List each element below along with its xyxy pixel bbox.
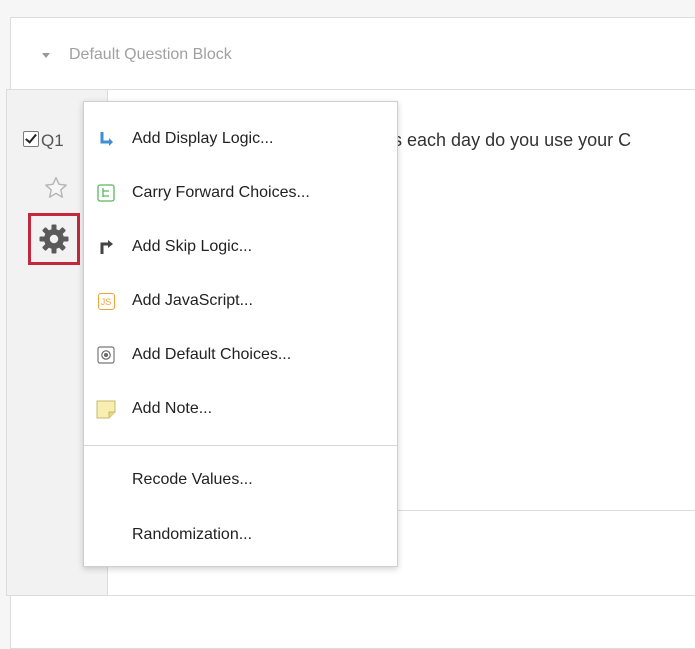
menu-item-add-display-logic[interactable]: Add Display Logic... xyxy=(84,119,397,159)
question-number: Q1 xyxy=(41,131,64,150)
menu-item-randomization[interactable]: Randomization... xyxy=(84,515,397,555)
menu-separator xyxy=(84,445,397,446)
menu-item-add-note[interactable]: Add Note... xyxy=(84,389,397,429)
divider xyxy=(397,510,695,511)
javascript-icon: JS xyxy=(96,291,116,311)
skip-logic-icon xyxy=(96,237,116,257)
collapse-caret-icon[interactable] xyxy=(42,53,50,58)
star-icon[interactable] xyxy=(43,175,69,201)
block-header[interactable]: Default Question Block xyxy=(11,18,695,91)
block-title[interactable]: Default Question Block xyxy=(69,46,232,64)
question-options-menu: Add Display Logic... Carry Forward Choic… xyxy=(83,101,398,567)
menu-item-add-default-choices[interactable]: Add Default Choices... xyxy=(84,335,397,375)
default-choices-icon xyxy=(96,345,116,365)
menu-item-recode-values[interactable]: Recode Values... xyxy=(84,460,397,500)
display-logic-icon xyxy=(96,129,116,149)
question-select-checkbox[interactable] xyxy=(23,131,39,147)
carry-forward-icon xyxy=(96,183,116,203)
menu-item-carry-forward-choices[interactable]: Carry Forward Choices... xyxy=(84,173,397,213)
menu-item-add-skip-logic[interactable]: Add Skip Logic... xyxy=(84,227,397,267)
menu-item-add-javascript[interactable]: JS Add JavaScript... xyxy=(84,281,397,321)
note-icon xyxy=(96,399,116,419)
question-settings-button[interactable] xyxy=(28,213,80,265)
gear-icon xyxy=(39,224,69,254)
question-text[interactable]: es each day do you use your C xyxy=(383,130,631,151)
